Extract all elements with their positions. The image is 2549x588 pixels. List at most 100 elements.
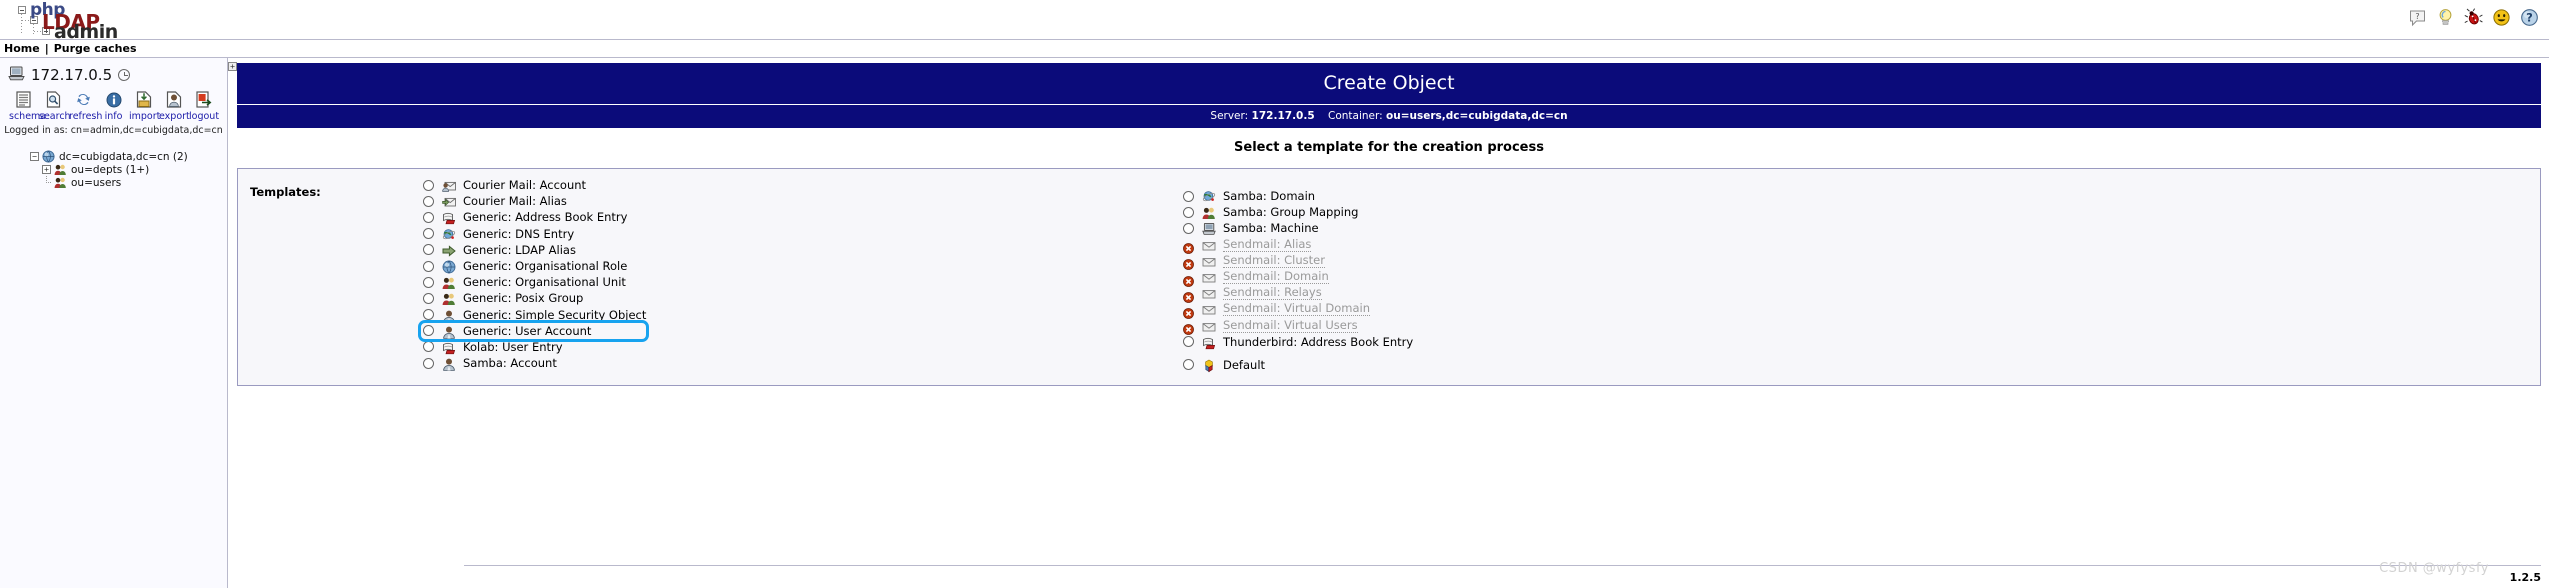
template-row[interactable]: Courier Mail: Alias — [423, 193, 1183, 209]
sidebar-tool-refresh[interactable]: refresh — [69, 90, 102, 122]
logo-tick-1 — [21, 14, 22, 34]
help-bubble-icon[interactable]: ? — [2408, 8, 2427, 27]
expand-expander-icon[interactable]: + — [42, 165, 51, 174]
template-row-generic-user-account[interactable]: Generic: User Account — [418, 319, 649, 342]
tree-node-label: ou=depts (1+) — [71, 163, 150, 176]
template-row-disabled: Sendmail: Alias — [1183, 236, 1943, 255]
dns-icon — [1202, 189, 1216, 203]
user-icon — [442, 324, 456, 339]
server-label: Server: — [1210, 110, 1249, 122]
tree-node-root[interactable]: − dc=cubigdata,dc=cn (2) — [30, 150, 227, 163]
template-radio[interactable] — [423, 260, 434, 272]
template-radio[interactable] — [423, 309, 434, 321]
template-radio[interactable] — [423, 276, 434, 288]
template-label: Kolab: User Entry — [463, 339, 563, 354]
template-label: Samba: Account — [463, 356, 557, 371]
breadcrumb-purge-caches-link[interactable]: Purge caches — [54, 42, 137, 55]
breadcrumb-home-link[interactable]: Home — [4, 42, 40, 55]
template-label: Default — [1223, 357, 1266, 372]
computer-icon — [1202, 221, 1216, 236]
template-radio[interactable] — [423, 292, 434, 304]
template-row[interactable]: Generic: Organisational Role — [423, 258, 1183, 274]
select-template-heading: Select a template for the creation proce… — [1234, 140, 1544, 155]
template-radio[interactable] — [423, 179, 434, 191]
tree-node-depts[interactable]: + ou=depts (1+) — [30, 163, 227, 176]
template-label: Sendmail: Alias — [1223, 236, 1312, 252]
template-label: Sendmail: Virtual Domain — [1223, 301, 1370, 317]
dns-icon — [442, 227, 456, 241]
template-label: Generic: Posix Group — [463, 291, 584, 306]
addressbook-icon — [442, 340, 456, 355]
template-row[interactable]: Generic: Organisational Unit — [423, 274, 1183, 290]
template-radio[interactable] — [1183, 336, 1194, 348]
template-radio[interactable] — [423, 341, 434, 353]
mail-user-icon — [442, 178, 456, 192]
logout-icon — [189, 90, 218, 109]
container-value: ou=users,dc=cubigdata,dc=cn — [1386, 110, 1568, 122]
sidebar-tool-label: export — [159, 111, 190, 122]
bug-icon[interactable] — [2464, 8, 2483, 27]
top-icon-bar: ? ? — [2408, 8, 2539, 27]
smiley-icon[interactable] — [2492, 8, 2511, 27]
sidebar-tool-info[interactable]: info — [99, 90, 128, 122]
template-label: Courier Mail: Account — [463, 178, 587, 193]
question-globe-icon[interactable]: ? — [2520, 8, 2539, 27]
template-label: Samba: Machine — [1223, 221, 1319, 236]
template-row[interactable]: Samba: Domain — [1183, 188, 1943, 204]
template-row[interactable]: Samba: Group Mapping — [1183, 204, 1943, 220]
page-title: Create Object — [237, 63, 2541, 105]
templates-label: Templates: — [250, 185, 321, 199]
template-row[interactable]: Thunderbird: Address Book Entry — [1183, 334, 1943, 350]
template-label: Sendmail: Relays — [1223, 285, 1322, 301]
disabled-x-icon — [1183, 304, 1194, 319]
tree-node-label: dc=cubigdata,dc=cn (2) — [59, 150, 188, 163]
template-row[interactable]: Generic: DNS Entry — [423, 226, 1183, 242]
template-row[interactable]: Generic: Posix Group — [423, 290, 1183, 306]
sidebar-tool-search[interactable]: search — [39, 90, 71, 122]
ldap-tree: − dc=cubigdata,dc=cn (2) + ou=depts (1+)… — [0, 150, 227, 189]
template-radio[interactable] — [423, 211, 434, 223]
envelope-icon — [1202, 254, 1216, 268]
template-label: Sendmail: Virtual Users — [1223, 317, 1358, 333]
sidebar-server-ip[interactable]: 172.17.0.5 — [31, 66, 112, 84]
arrow-icon — [442, 243, 456, 257]
template-row[interactable]: Generic: Address Book Entry — [423, 209, 1183, 225]
sidebar-tool-logout[interactable]: logout — [189, 90, 219, 122]
template-radio[interactable] — [423, 195, 434, 207]
template-label: Samba: Group Mapping — [1223, 205, 1359, 220]
main-content: + Create Object Server: 172.17.0.5 Conta… — [228, 58, 2549, 588]
sidebar-tool-export[interactable]: export — [159, 90, 190, 122]
collapse-expander-icon[interactable]: − — [30, 152, 39, 161]
template-radio[interactable] — [1183, 222, 1194, 234]
template-radio[interactable] — [1183, 190, 1194, 202]
addressbook-icon — [442, 210, 456, 225]
template-row[interactable]: Samba: Account — [423, 355, 1183, 371]
template-radio[interactable] — [423, 244, 434, 256]
template-row[interactable]: Kolab: User Entry — [423, 339, 1183, 355]
template-radio[interactable] — [1183, 206, 1194, 218]
template-radio[interactable] — [1183, 359, 1194, 371]
tree-node-label: ou=users — [71, 176, 122, 189]
template-row[interactable]: Default — [1183, 357, 1943, 373]
schema-icon — [9, 90, 38, 109]
template-row[interactable]: Samba: Machine — [1183, 220, 1943, 236]
svg-text:?: ? — [2415, 12, 2419, 21]
templates-column-left: Courier Mail: Account Courier Mail: Alia… — [418, 177, 1183, 375]
create-object-view: Create Object Server: 172.17.0.5 Contain… — [237, 63, 2541, 386]
template-row[interactable]: Generic: LDAP Alias — [423, 242, 1183, 258]
panel-resize-handle[interactable]: + — [228, 62, 237, 71]
template-label: Generic: Simple Security Object — [463, 307, 647, 322]
sidebar-tool-schema[interactable]: schema — [9, 90, 46, 122]
template-row[interactable]: Generic: Simple Security Object — [423, 307, 1183, 323]
user-icon — [442, 308, 456, 323]
template-radio[interactable] — [423, 325, 434, 337]
template-row[interactable]: Courier Mail: Account — [423, 177, 1183, 193]
tree-node-users[interactable]: ou=users — [30, 176, 227, 189]
logo-dash-2 — [34, 31, 42, 32]
template-radio[interactable] — [423, 357, 434, 369]
lightbulb-icon[interactable] — [2436, 8, 2455, 27]
template-label: Courier Mail: Alias — [463, 194, 567, 209]
disabled-x-icon — [1183, 239, 1194, 255]
template-radio[interactable] — [423, 228, 434, 240]
sidebar-tool-import[interactable]: import — [129, 90, 160, 122]
